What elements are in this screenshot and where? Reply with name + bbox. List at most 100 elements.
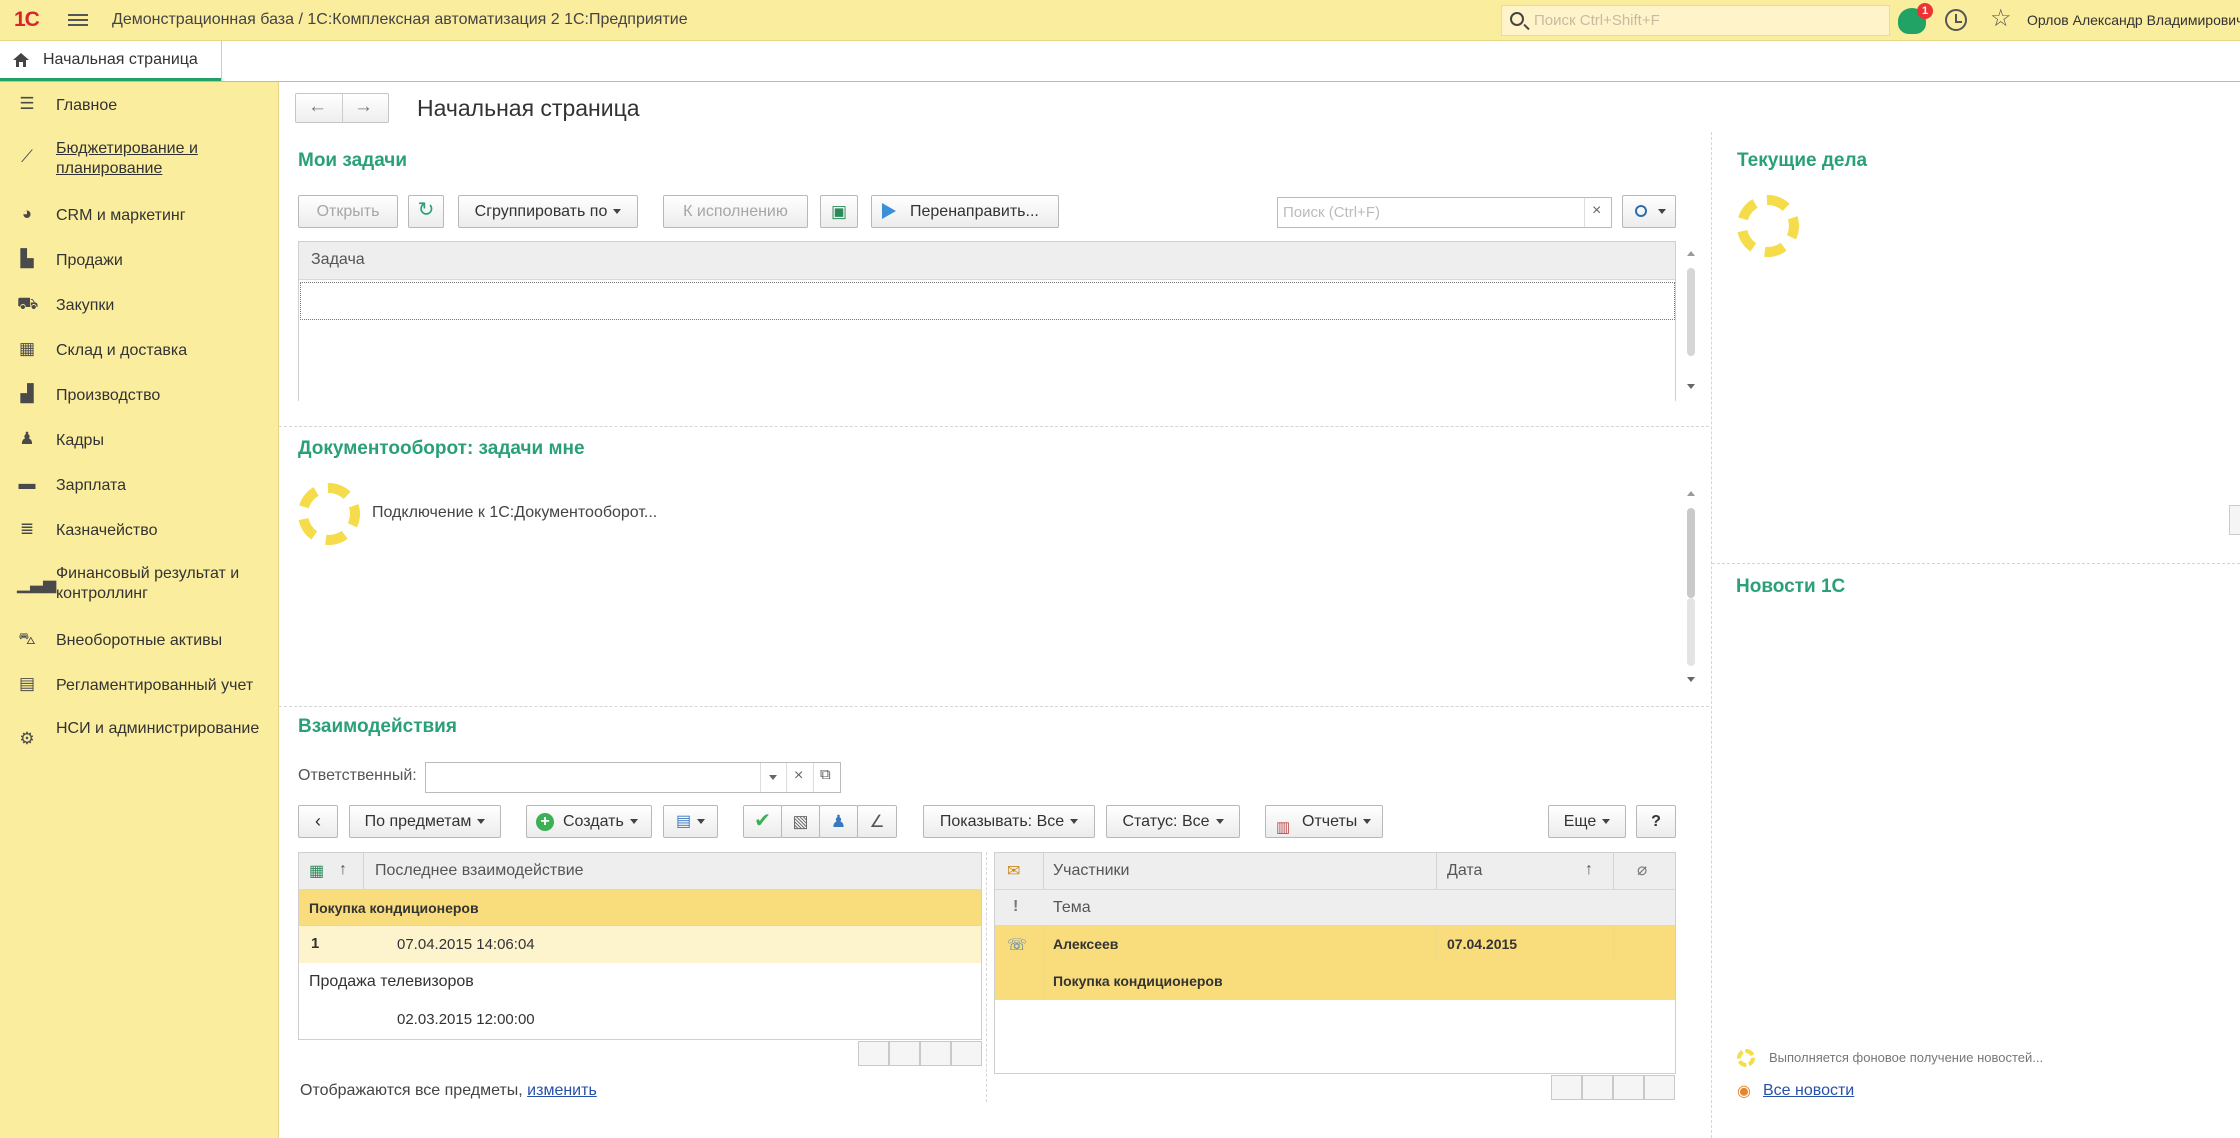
sidebar-item-regulated-accounting[interactable]: ▤ Регламентированный учет — [0, 674, 279, 698]
next-page-icon[interactable] — [1613, 1075, 1644, 1100]
calendar-icon[interactable]: ▦ — [309, 861, 324, 881]
sidebar-item-budgeting[interactable]: ⟋ Бюджетирование и планирование — [0, 139, 279, 183]
envelope-icon[interactable]: ✉ — [1007, 861, 1020, 881]
first-page-icon[interactable] — [858, 1041, 889, 1066]
to-execute-button[interactable]: К исполнению — [663, 195, 808, 228]
last-page-icon[interactable] — [1644, 1075, 1675, 1100]
execute-task-icon[interactable]: ▣ — [820, 195, 858, 228]
help-button[interactable]: ? — [1636, 805, 1676, 838]
my-tasks-title[interactable]: Мои задачи — [298, 150, 407, 172]
report-icon: ▥ — [1276, 819, 1291, 836]
more-button[interactable]: Еще — [1548, 805, 1626, 838]
clear-icon[interactable]: × — [794, 767, 803, 785]
sidebar-item-warehouse[interactable]: ▦ Склад и доставка — [0, 339, 279, 363]
coins-icon: ≣ — [19, 519, 35, 538]
date-header[interactable]: Дата — [1447, 862, 1482, 880]
topic-header[interactable]: Тема — [1053, 899, 1091, 917]
importance-header[interactable]: ! — [1013, 898, 1018, 916]
docflow-scrollbar[interactable] — [1687, 508, 1695, 598]
notifications-bell-icon[interactable]: 1 — [1898, 3, 1933, 34]
sort-arrow[interactable]: ↑ — [339, 861, 347, 879]
prev-page-icon[interactable] — [889, 1041, 920, 1066]
search-options-button[interactable] — [1622, 195, 1676, 228]
table-row[interactable]: 02.03.2015 12:00:00 — [299, 1001, 981, 1039]
prev-page-icon[interactable] — [1582, 1075, 1613, 1100]
sidebar-item-label: Внеоборотные активы — [56, 632, 223, 649]
redirect-button[interactable]: Перенаправить... — [871, 195, 1059, 228]
attachment-icon[interactable]: ⌀ — [1637, 860, 1647, 880]
by-subjects-button[interactable]: По предметам — [349, 805, 501, 838]
scroll-down-icon[interactable] — [1687, 384, 1695, 389]
docflow-title[interactable]: Документооборот: задачи мне — [298, 438, 585, 460]
sign-icon[interactable]: ∠ — [857, 805, 897, 838]
column-divider — [1711, 132, 1712, 1138]
send-receive-icon[interactable]: ▤ — [663, 805, 718, 838]
subject-name: Покупка кондиционеров — [309, 900, 479, 916]
user-name[interactable]: Орлов Александр Владимирович — [2027, 12, 2240, 28]
sidebar-item-administration[interactable]: ⚙ НСИ и администрирование — [0, 719, 279, 763]
tab-home-page[interactable]: Начальная страница — [0, 41, 222, 81]
sidebar-item-production[interactable]: ▟ Производство — [0, 384, 279, 408]
task-column-header[interactable]: Задача — [311, 251, 365, 269]
truck-icon: ⛍ — [18, 629, 36, 648]
interactions-title[interactable]: Взаимодействия — [298, 716, 457, 738]
column-divider — [1613, 926, 1614, 963]
all-news-link[interactable]: Все новости — [1763, 1082, 1854, 1100]
sidebar-item-hr[interactable]: ♟ Кадры — [0, 429, 279, 453]
responsible-field[interactable]: × ⧉ — [425, 762, 841, 793]
tasks-scrollbar[interactable] — [1687, 268, 1695, 356]
sidebar-item-financial-result[interactable]: ▁▃▅ Финансовый результат и контроллинг — [0, 564, 279, 608]
forward-arrow-icon[interactable]: → — [354, 96, 373, 118]
last-interaction-header[interactable]: Последнее взаимодействие — [375, 862, 584, 880]
checkmark-icon[interactable]: ✔ — [743, 805, 782, 838]
group-by-button[interactable]: Сгруппировать по — [458, 195, 638, 228]
next-page-icon[interactable] — [920, 1041, 951, 1066]
last-page-icon[interactable] — [951, 1041, 982, 1066]
sidebar-item-label: Казначейство — [56, 522, 158, 539]
sort-arrow[interactable]: ↑ — [1585, 861, 1593, 879]
scroll-down-icon[interactable] — [1687, 677, 1695, 682]
sidebar-item-main[interactable]: ☰ Главное — [0, 94, 279, 118]
first-page-icon[interactable] — [1551, 1075, 1582, 1100]
table-row[interactable]: 1 07.04.2015 14:06:04 — [299, 926, 981, 963]
current-affairs-title[interactable]: Текущие дела — [1737, 150, 1867, 172]
sidebar-item-salary[interactable]: ▬ Зарплата — [0, 474, 279, 498]
collapse-left-icon[interactable]: ‹ — [298, 805, 338, 838]
change-link[interactable]: изменить — [527, 1082, 597, 1099]
dropdown-icon[interactable] — [769, 775, 777, 780]
open-task-button[interactable]: Открыть — [298, 195, 398, 228]
refresh-icon[interactable]: ↻ — [408, 195, 444, 228]
sidebar-item-purchases[interactable]: ⛟ Закупки — [0, 294, 279, 318]
reports-button[interactable]: ▥ Отчеты — [1265, 805, 1383, 838]
search-icon — [1510, 12, 1524, 26]
sidebar-item-treasury[interactable]: ≣ Казначейство — [0, 519, 279, 543]
history-icon[interactable] — [1945, 9, 1967, 31]
participants-header[interactable]: Участники — [1053, 862, 1129, 880]
sidebar-item-crm[interactable]: ◕ CRM и маркетинг — [0, 204, 279, 228]
show-filter-button[interactable]: Показывать: Все — [923, 805, 1095, 838]
open-icon[interactable]: ⧉ — [820, 766, 831, 783]
tasks-search-input[interactable]: Поиск (Ctrl+F) × — [1277, 197, 1612, 228]
clear-icon[interactable]: × — [1592, 202, 1601, 220]
status-filter-button[interactable]: Статус: Все — [1106, 805, 1240, 838]
news-loading-text: Выполняется фоновое получение новостей..… — [1769, 1050, 2044, 1065]
person-icon[interactable]: ♟ — [819, 805, 858, 838]
column-divider — [1043, 926, 1044, 1000]
scroll-up-icon[interactable] — [1687, 251, 1695, 256]
document-icon[interactable]: ▧ — [781, 805, 820, 838]
scroll-up-icon[interactable] — [1687, 491, 1695, 496]
main-menu-icon[interactable] — [68, 11, 88, 29]
favorites-star-icon[interactable]: ☆ — [1990, 4, 2012, 33]
create-button[interactable]: + Создать — [526, 805, 652, 838]
news-title[interactable]: Новости 1С — [1736, 576, 1845, 598]
table-row[interactable]: Покупка кондиционеров — [299, 890, 981, 926]
tasks-table-empty-row[interactable] — [300, 282, 1675, 320]
sidebar-item-fixed-assets[interactable]: ⛍ Внеоборотные активы — [0, 629, 279, 653]
global-search-input[interactable]: Поиск Ctrl+Shift+F — [1501, 5, 1890, 36]
table-row[interactable]: ☏ Алексеев 07.04.2015 Покупка кондиционе… — [995, 926, 1675, 1000]
back-arrow-icon[interactable]: ← — [308, 96, 327, 118]
sidebar-item-sales[interactable]: ▙ Продажи — [0, 249, 279, 273]
table-row[interactable]: Продажа телевизоров — [299, 963, 981, 1001]
1c-logo[interactable]: 1С — [14, 8, 40, 32]
panel-collapse-handle[interactable] — [2229, 505, 2240, 535]
